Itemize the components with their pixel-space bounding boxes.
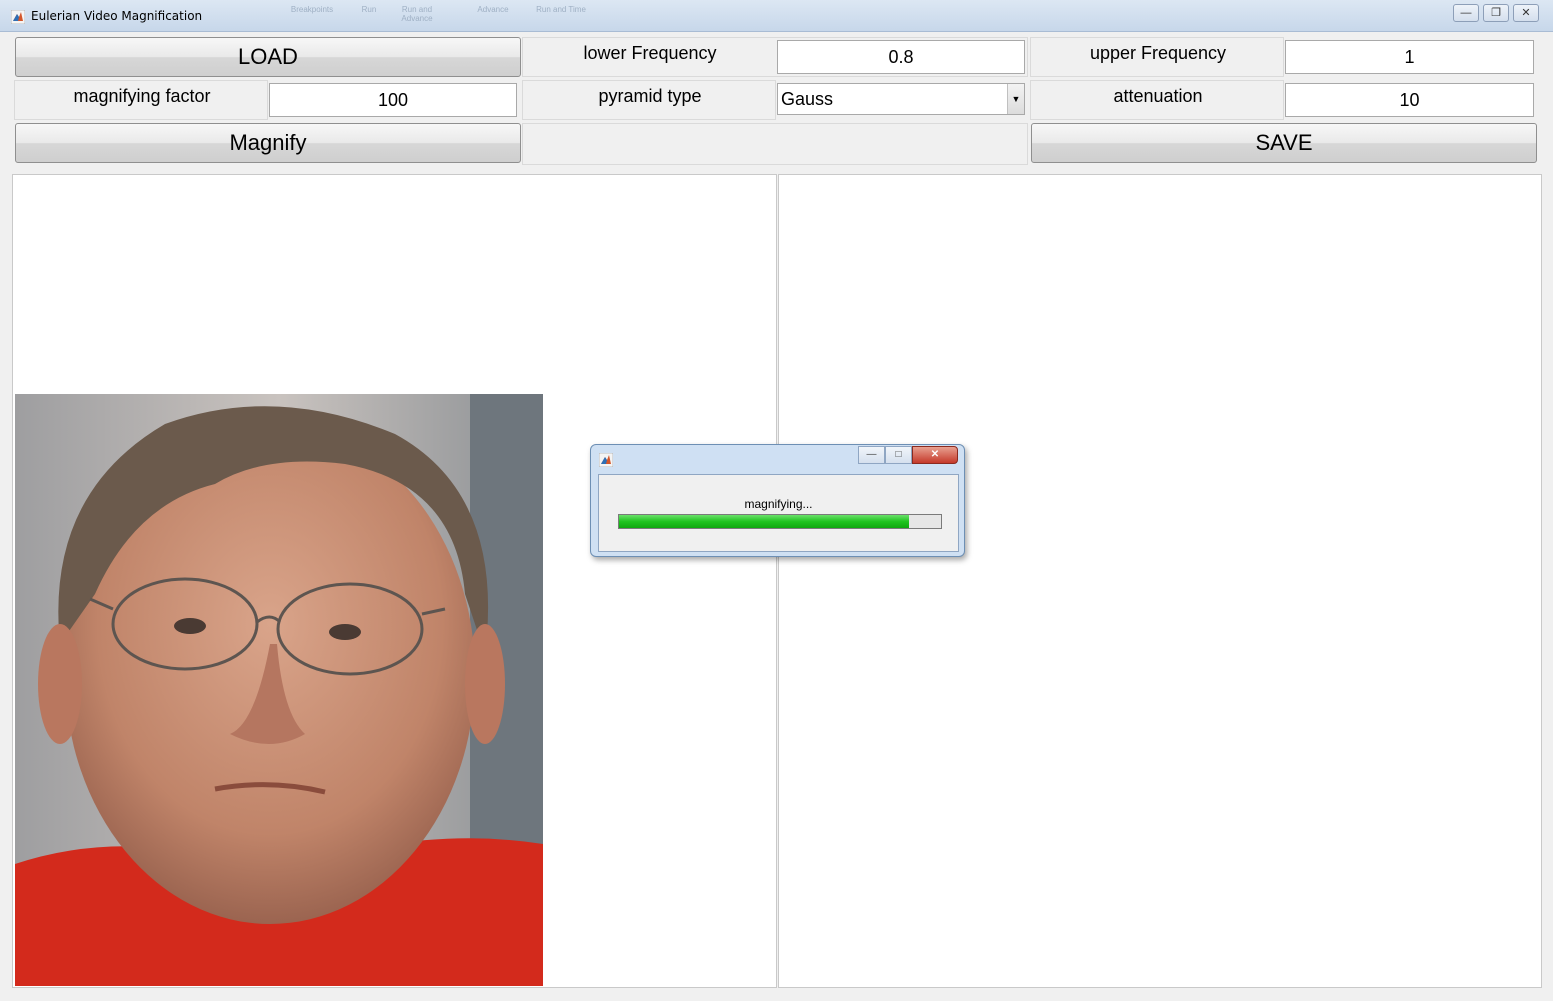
output-video-axes	[778, 174, 1542, 988]
dialog-minimize-button[interactable]: —	[858, 446, 885, 464]
restore-button[interactable]: ❐	[1483, 4, 1509, 22]
window-controls: — ❐ ✕	[1453, 4, 1539, 22]
magnifying-factor-field[interactable]: 100	[269, 83, 517, 117]
matlab-icon	[11, 10, 25, 24]
progress-bar	[618, 514, 942, 529]
magnifying-factor-label: magnifying factor	[73, 86, 211, 106]
upper-frequency-label: upper Frequency	[1089, 43, 1227, 63]
empty-cell	[522, 123, 1028, 165]
dialog-close-button[interactable]: ✕	[912, 446, 958, 464]
face-picture	[15, 394, 543, 986]
ghost-toolbar-item: Advance	[477, 5, 509, 14]
dialog-body: magnifying...	[598, 474, 959, 552]
progress-dialog: — □ ✕ magnifying...	[590, 444, 965, 557]
ghost-toolbar-item: Run and Time	[536, 5, 586, 14]
matlab-icon	[599, 453, 613, 467]
upper-frequency-field[interactable]: 1	[1285, 40, 1534, 74]
lower-frequency-field[interactable]: 0.8	[777, 40, 1025, 74]
chevron-down-icon[interactable]: ▼	[1007, 84, 1024, 114]
minimize-button[interactable]: —	[1453, 4, 1479, 22]
progress-message: magnifying...	[744, 497, 813, 511]
window-title: Eulerian Video Magnification	[31, 9, 203, 23]
ghost-toolbar-item: Run and Advance	[401, 5, 433, 23]
pyramid-type-label: pyramid type	[598, 86, 702, 106]
window-title-bar: Eulerian Video Magnification Breakpoints…	[0, 0, 1553, 32]
magnify-button[interactable]: Magnify	[15, 123, 521, 163]
ghost-toolbar-item: Run	[361, 5, 377, 14]
progress-bar-fill	[619, 515, 909, 528]
close-button[interactable]: ✕	[1513, 4, 1539, 22]
pyramid-type-value: Gauss	[781, 89, 834, 109]
lower-frequency-label: lower Frequency	[583, 43, 717, 63]
dialog-window-controls: — □ ✕	[858, 446, 958, 464]
video-frame-image	[15, 394, 543, 986]
dialog-restore-button[interactable]: □	[885, 446, 912, 464]
pyramid-type-select[interactable]: Gauss ▼	[777, 83, 1025, 115]
save-button[interactable]: SAVE	[1031, 123, 1537, 163]
attenuation-label: attenuation	[1113, 86, 1203, 106]
ghost-toolbar-item: Breakpoints	[290, 5, 334, 14]
load-button[interactable]: LOAD	[15, 37, 521, 77]
attenuation-field[interactable]: 10	[1285, 83, 1534, 117]
